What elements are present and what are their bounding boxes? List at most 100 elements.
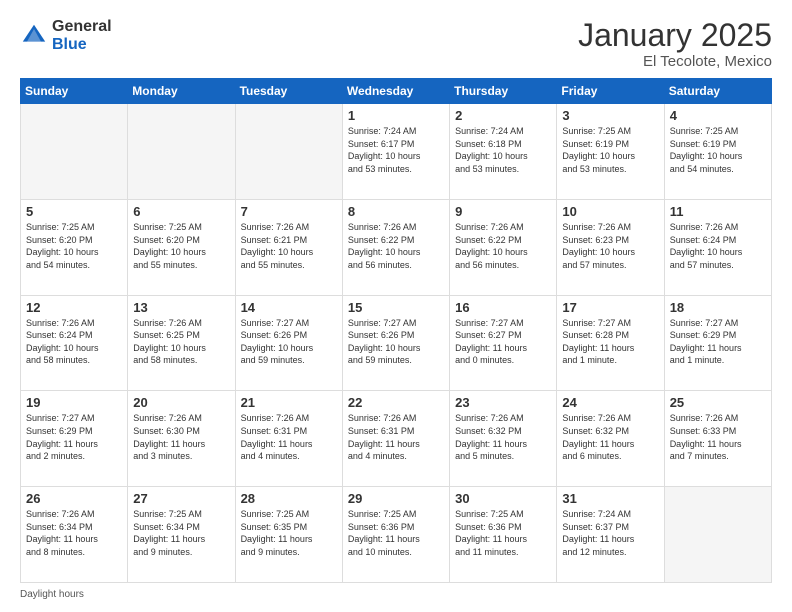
day-info: Sunrise: 7:26 AM Sunset: 6:24 PM Dayligh… — [26, 317, 122, 367]
calendar-cell: 10 Sunrise: 7:26 AM Sunset: 6:23 PM Dayli… — [557, 199, 664, 295]
calendar-cell: 2 Sunrise: 7:24 AM Sunset: 6:18 PM Daylig… — [450, 104, 557, 200]
day-number: 7 — [241, 204, 337, 219]
day-info: Sunrise: 7:27 AM Sunset: 6:29 PM Dayligh… — [670, 317, 766, 367]
calendar-cell: 16 Sunrise: 7:27 AM Sunset: 6:27 PM Dayli… — [450, 295, 557, 391]
calendar-cell: 6 Sunrise: 7:25 AM Sunset: 6:20 PM Daylig… — [128, 199, 235, 295]
day-number: 14 — [241, 300, 337, 315]
weekday-header-friday: Friday — [557, 79, 664, 104]
day-info: Sunrise: 7:25 AM Sunset: 6:36 PM Dayligh… — [348, 508, 444, 558]
calendar-cell: 13Sunrise: 7:26 AM Sunset: 6:25 PM Dayli… — [128, 295, 235, 391]
day-number: 11 — [670, 204, 766, 219]
day-number: 24 — [562, 395, 658, 410]
day-number: 26 — [26, 491, 122, 506]
calendar-cell: 28Sunrise: 7:25 AM Sunset: 6:35 PM Dayli… — [235, 487, 342, 583]
calendar-week-5: 26 Sunrise: 7:26 AM Sunset: 6:34 PM Dayli… — [21, 487, 772, 583]
day-number: 13 — [133, 300, 229, 315]
calendar-cell: 27Sunrise: 7:25 AM Sunset: 6:34 PM Dayli… — [128, 487, 235, 583]
day-number: 22 — [348, 395, 444, 410]
calendar-cell: 23Sunrise: 7:26 AM Sunset: 6:32 PM Dayli… — [450, 391, 557, 487]
day-number: 8 — [348, 204, 444, 219]
day-info: Sunrise: 7:26 AM Sunset: 6:31 PM Dayligh… — [241, 412, 337, 462]
calendar-cell: 29 Sunrise: 7:25 AM Sunset: 6:36 PM Dayli… — [342, 487, 449, 583]
calendar-week-3: 12Sunrise: 7:26 AM Sunset: 6:24 PM Dayli… — [21, 295, 772, 391]
weekday-header-monday: Monday — [128, 79, 235, 104]
day-number: 29 — [348, 491, 444, 506]
day-info: Sunrise: 7:26 AM Sunset: 6:22 PM Dayligh… — [455, 221, 551, 271]
day-number: 21 — [241, 395, 337, 410]
day-number: 19 — [26, 395, 122, 410]
day-info: Sunrise: 7:26 AM Sunset: 6:34 PM Dayligh… — [26, 508, 122, 558]
logo-icon — [20, 22, 48, 50]
calendar-cell: 7 Sunrise: 7:26 AM Sunset: 6:21 PM Daylig… — [235, 199, 342, 295]
calendar-cell: 19Sunrise: 7:27 AM Sunset: 6:29 PM Dayli… — [21, 391, 128, 487]
weekday-header-wednesday: Wednesday — [342, 79, 449, 104]
day-number: 31 — [562, 491, 658, 506]
calendar-cell: 5 Sunrise: 7:25 AM Sunset: 6:20 PM Daylig… — [21, 199, 128, 295]
day-info: Sunrise: 7:26 AM Sunset: 6:32 PM Dayligh… — [562, 412, 658, 462]
calendar-cell: 4Sunrise: 7:25 AM Sunset: 6:19 PM Daylig… — [664, 104, 771, 200]
day-info: Sunrise: 7:26 AM Sunset: 6:31 PM Dayligh… — [348, 412, 444, 462]
day-number: 15 — [348, 300, 444, 315]
calendar-cell: 30 Sunrise: 7:25 AM Sunset: 6:36 PM Dayli… — [450, 487, 557, 583]
day-info: Sunrise: 7:25 AM Sunset: 6:20 PM Dayligh… — [26, 221, 122, 271]
day-info: Sunrise: 7:27 AM Sunset: 6:26 PM Dayligh… — [241, 317, 337, 367]
page: General Blue January 2025 El Tecolote, M… — [0, 0, 792, 612]
day-info: Sunrise: 7:27 AM Sunset: 6:26 PM Dayligh… — [348, 317, 444, 367]
calendar-cell: 1 Sunrise: 7:24 AM Sunset: 6:17 PM Daylig… — [342, 104, 449, 200]
weekday-header-saturday: Saturday — [664, 79, 771, 104]
day-info: Sunrise: 7:26 AM Sunset: 6:21 PM Dayligh… — [241, 221, 337, 271]
day-number: 16 — [455, 300, 551, 315]
day-number: 27 — [133, 491, 229, 506]
day-number: 3 — [562, 108, 658, 123]
calendar-week-2: 5 Sunrise: 7:25 AM Sunset: 6:20 PM Daylig… — [21, 199, 772, 295]
day-number: 1 — [348, 108, 444, 123]
calendar-cell: 8 Sunrise: 7:26 AM Sunset: 6:22 PM Daylig… — [342, 199, 449, 295]
weekday-header-thursday: Thursday — [450, 79, 557, 104]
day-info: Sunrise: 7:25 AM Sunset: 6:19 PM Dayligh… — [670, 125, 766, 175]
footer-text: Daylight hours — [20, 589, 84, 600]
calendar-cell — [21, 104, 128, 200]
calendar-cell: 25 Sunrise: 7:26 AM Sunset: 6:33 PM Dayli… — [664, 391, 771, 487]
day-number: 6 — [133, 204, 229, 219]
logo-general: General — [52, 18, 112, 36]
calendar-cell: 21 Sunrise: 7:26 AM Sunset: 6:31 PM Dayli… — [235, 391, 342, 487]
day-info: Sunrise: 7:24 AM Sunset: 6:17 PM Dayligh… — [348, 125, 444, 175]
calendar-cell: 22 Sunrise: 7:26 AM Sunset: 6:31 PM Dayli… — [342, 391, 449, 487]
day-info: Sunrise: 7:26 AM Sunset: 6:23 PM Dayligh… — [562, 221, 658, 271]
day-info: Sunrise: 7:27 AM Sunset: 6:27 PM Dayligh… — [455, 317, 551, 367]
calendar-week-1: 1 Sunrise: 7:24 AM Sunset: 6:17 PM Daylig… — [21, 104, 772, 200]
day-number: 28 — [241, 491, 337, 506]
calendar-cell: 3 Sunrise: 7:25 AM Sunset: 6:19 PM Daylig… — [557, 104, 664, 200]
calendar-cell: 17 Sunrise: 7:27 AM Sunset: 6:28 PM Dayli… — [557, 295, 664, 391]
day-info: Sunrise: 7:25 AM Sunset: 6:20 PM Dayligh… — [133, 221, 229, 271]
day-info: Sunrise: 7:24 AM Sunset: 6:18 PM Dayligh… — [455, 125, 551, 175]
calendar-cell: 9 Sunrise: 7:26 AM Sunset: 6:22 PM Daylig… — [450, 199, 557, 295]
calendar-cell: 26 Sunrise: 7:26 AM Sunset: 6:34 PM Dayli… — [21, 487, 128, 583]
day-number: 10 — [562, 204, 658, 219]
day-number: 17 — [562, 300, 658, 315]
day-number: 2 — [455, 108, 551, 123]
day-number: 18 — [670, 300, 766, 315]
calendar-cell: 31Sunrise: 7:24 AM Sunset: 6:37 PM Dayli… — [557, 487, 664, 583]
calendar-cell — [235, 104, 342, 200]
day-number: 30 — [455, 491, 551, 506]
day-info: Sunrise: 7:25 AM Sunset: 6:36 PM Dayligh… — [455, 508, 551, 558]
logo-text: General Blue — [52, 18, 112, 53]
day-info: Sunrise: 7:25 AM Sunset: 6:19 PM Dayligh… — [562, 125, 658, 175]
calendar-week-4: 19Sunrise: 7:27 AM Sunset: 6:29 PM Dayli… — [21, 391, 772, 487]
day-number: 25 — [670, 395, 766, 410]
day-number: 9 — [455, 204, 551, 219]
title-block: January 2025 El Tecolote, Mexico — [578, 18, 772, 70]
day-number: 5 — [26, 204, 122, 219]
header: General Blue January 2025 El Tecolote, M… — [20, 18, 772, 70]
day-info: Sunrise: 7:27 AM Sunset: 6:28 PM Dayligh… — [562, 317, 658, 367]
calendar-cell: 11Sunrise: 7:26 AM Sunset: 6:24 PM Dayli… — [664, 199, 771, 295]
calendar-table: SundayMondayTuesdayWednesdayThursdayFrid… — [20, 78, 772, 583]
calendar-cell: 24 Sunrise: 7:26 AM Sunset: 6:32 PM Dayli… — [557, 391, 664, 487]
day-info: Sunrise: 7:26 AM Sunset: 6:30 PM Dayligh… — [133, 412, 229, 462]
day-info: Sunrise: 7:26 AM Sunset: 6:22 PM Dayligh… — [348, 221, 444, 271]
footer: Daylight hours — [20, 589, 772, 600]
day-info: Sunrise: 7:26 AM Sunset: 6:33 PM Dayligh… — [670, 412, 766, 462]
day-number: 23 — [455, 395, 551, 410]
weekday-header-tuesday: Tuesday — [235, 79, 342, 104]
